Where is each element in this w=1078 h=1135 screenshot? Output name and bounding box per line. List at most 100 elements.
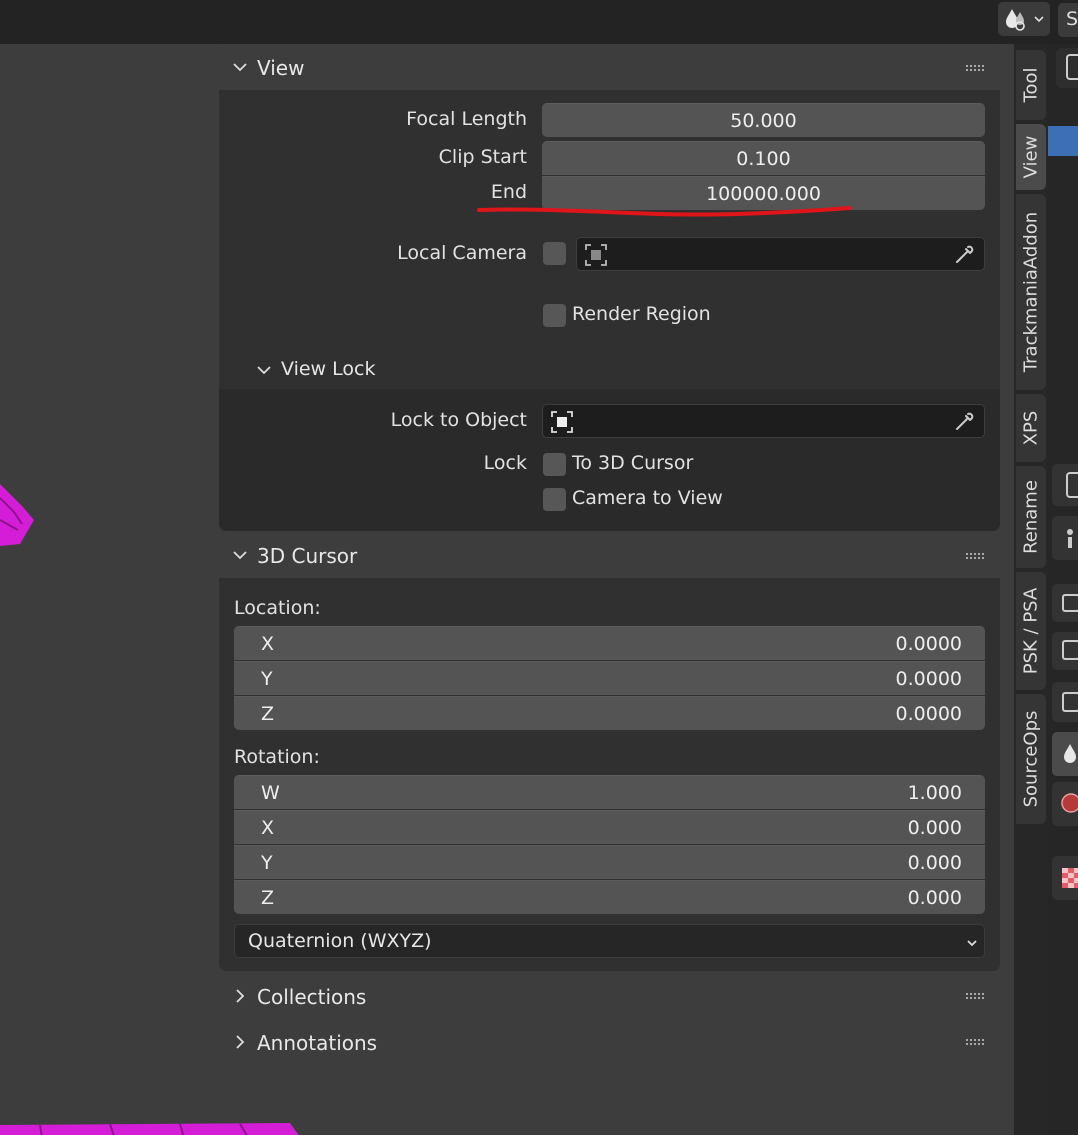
properties-tab-world[interactable] [1052, 732, 1078, 776]
rotation-w-field[interactable]: W 1.000 [234, 775, 985, 809]
sidebar-tab-strip: Tool View TrackmaniaAddon XPS Rename PSK… [1014, 44, 1048, 1135]
chevron-down-icon [233, 63, 247, 72]
properties-tab-texture[interactable] [1052, 856, 1078, 900]
mesh-object[interactable] [0, 484, 40, 554]
view-lock-subheader[interactable]: View Lock [219, 349, 1000, 389]
outliner-corner [1056, 48, 1078, 88]
axis-label: X [261, 816, 275, 839]
selected-row-highlight [1048, 126, 1078, 156]
tab-label: PSK / PSA [1020, 587, 1042, 675]
tab-trackmaniaaddon[interactable]: TrackmaniaAddon [1016, 194, 1046, 390]
field-value: 0.0000 [895, 667, 962, 690]
object-selector-icon [551, 411, 573, 433]
axis-label: Z [261, 886, 275, 909]
clip-start-value: 0.100 [736, 147, 791, 170]
tab-label: TrackmaniaAddon [1020, 211, 1042, 373]
tab-tool[interactable]: Tool [1016, 50, 1046, 120]
focal-length-label: Focal Length [406, 108, 527, 130]
properties-editor-edge [1048, 44, 1078, 1135]
clip-start-field[interactable]: 0.100 [542, 141, 985, 175]
rotation-y-field[interactable]: Y 0.000 [234, 845, 985, 879]
view-panel: View Focal Length 50.000 Clip Start 0.10… [219, 46, 1000, 531]
properties-tab-view-layer[interactable] [1052, 632, 1078, 670]
panel-title: Collections [257, 985, 367, 1009]
tab-label: XPS [1020, 410, 1042, 446]
eyedropper-icon[interactable] [954, 243, 976, 265]
rotation-mode-value: Quaternion (WXYZ) [248, 930, 432, 952]
render-region-checkbox[interactable] [543, 304, 566, 327]
axis-label: Y [261, 851, 273, 874]
view-lock-title: View Lock [281, 358, 376, 380]
tab-label: Rename [1020, 480, 1042, 554]
chevron-down-icon [1034, 16, 1044, 23]
shading-dropdown[interactable] [998, 2, 1050, 36]
panel-title: View [257, 56, 305, 80]
checker-texture-icon [1062, 868, 1078, 888]
camera-to-view-checkbox[interactable] [543, 488, 566, 511]
properties-tab-render[interactable] [1052, 516, 1078, 560]
drag-grip-icon[interactable] [966, 65, 986, 71]
lock-to-object-field[interactable] [542, 404, 985, 438]
tab-label: View [1020, 135, 1042, 179]
3d-cursor-panel-header[interactable]: 3D Cursor [219, 534, 1000, 578]
chevron-down-icon [233, 551, 247, 560]
tab-label: Tool [1020, 67, 1042, 103]
axis-label: X [261, 632, 275, 655]
field-value: 0.0000 [895, 702, 962, 725]
lock-to-object-label: Lock to Object [390, 409, 527, 431]
drag-grip-icon[interactable] [966, 553, 986, 559]
local-camera-label: Local Camera [397, 242, 527, 264]
lock-label: Lock [483, 452, 527, 474]
chevron-right-icon [236, 1035, 245, 1049]
field-value: 0.000 [907, 851, 962, 874]
shading-icon [1006, 9, 1025, 31]
render-region-label: Render Region [572, 303, 711, 325]
camera-to-view-label: Camera to View [572, 487, 723, 509]
tab-xps[interactable]: XPS [1016, 394, 1046, 462]
axis-label: W [261, 781, 280, 804]
red-annotation-stroke [477, 206, 852, 217]
tab-sourceops[interactable]: SourceOps [1016, 694, 1046, 824]
rotation-x-field[interactable]: X 0.000 [234, 810, 985, 844]
tab-view[interactable]: View [1016, 124, 1046, 190]
viewport-header: S [0, 0, 1078, 44]
focal-length-value: 50.000 [730, 109, 797, 132]
annotations-panel[interactable]: Annotations [219, 1022, 1000, 1063]
properties-tab-output[interactable] [1052, 584, 1078, 622]
local-camera-checkbox[interactable] [543, 242, 566, 265]
3d-cursor-panel: 3D Cursor Location: X 0.0000 Y 0.0000 Z … [219, 534, 1000, 971]
drag-grip-icon[interactable] [966, 1039, 986, 1045]
properties-tab-object[interactable] [1052, 782, 1078, 826]
field-value: 0.0000 [895, 632, 962, 655]
properties-tab-tool[interactable] [1052, 464, 1078, 506]
render-icon [1067, 529, 1073, 548]
tab-psk-psa[interactable]: PSK / PSA [1016, 572, 1046, 690]
location-z-field[interactable]: Z 0.0000 [234, 696, 985, 730]
eyedropper-icon[interactable] [954, 410, 976, 432]
collections-panel[interactable]: Collections [219, 976, 1000, 1017]
focal-length-field[interactable]: 50.000 [542, 103, 985, 137]
tab-rename[interactable]: Rename [1016, 466, 1046, 568]
location-x-field[interactable]: X 0.0000 [234, 626, 985, 660]
rotation-label: Rotation: [234, 746, 320, 768]
chevron-right-icon [236, 989, 245, 1003]
panel-title: 3D Cursor [257, 544, 358, 568]
mesh-object-bottom[interactable] [0, 1119, 330, 1135]
to-3d-cursor-label: To 3D Cursor [572, 452, 694, 474]
local-camera-object-field[interactable] [576, 237, 985, 271]
tab-label: SourceOps [1020, 710, 1042, 808]
view-panel-header[interactable]: View [219, 46, 1000, 90]
location-y-field[interactable]: Y 0.0000 [234, 661, 985, 695]
properties-tab-scene[interactable] [1052, 682, 1078, 722]
panel-title: Annotations [257, 1031, 378, 1055]
to-3d-cursor-checkbox[interactable] [543, 453, 566, 476]
drag-grip-icon[interactable] [966, 993, 986, 999]
clip-end-label: End [490, 181, 527, 203]
topbar-truncated-label[interactable]: S [1058, 3, 1078, 37]
rotation-z-field[interactable]: Z 0.000 [234, 880, 985, 914]
rotation-mode-dropdown[interactable]: Quaternion (WXYZ) [234, 924, 985, 958]
field-value: 0.000 [907, 886, 962, 909]
field-value: 1.000 [907, 781, 962, 804]
axis-label: Z [261, 702, 275, 725]
location-label: Location: [234, 597, 321, 619]
